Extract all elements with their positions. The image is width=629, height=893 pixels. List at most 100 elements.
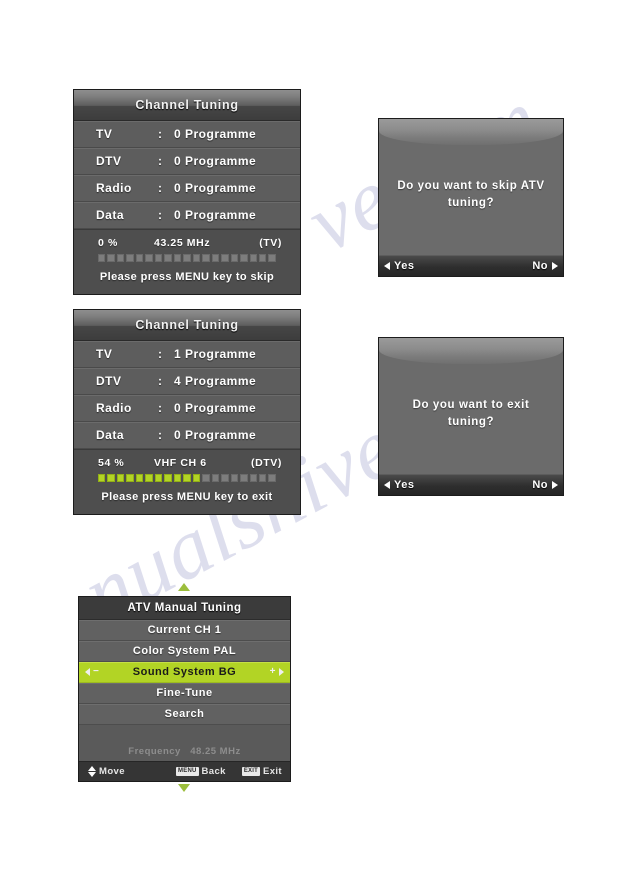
table-row: Data : 0 Programme: [74, 202, 300, 229]
progress-segment: [202, 474, 210, 482]
table-row: TV : 0 Programme: [74, 121, 300, 148]
row-value: 0 Programme: [174, 154, 257, 168]
dialog-body: Do you want to exit tuning?: [379, 364, 563, 464]
row-label: Data: [96, 428, 125, 442]
progress-segment: [145, 254, 153, 262]
row-value: 0 Programme: [174, 127, 257, 141]
row-colon: :: [158, 374, 163, 388]
progress-segment: [173, 474, 182, 482]
table-row: DTV : 4 Programme: [74, 368, 300, 395]
progress-segment: [145, 474, 153, 482]
menu-item-sound-system[interactable]: − Sound System BG +: [79, 662, 290, 683]
row-colon: :: [158, 401, 163, 415]
progress-segment: [126, 474, 134, 482]
table-row: DTV : 0 Programme: [74, 148, 300, 175]
tuning-band-text: 43.25 MHz: [154, 237, 211, 249]
row-label: DTV: [96, 154, 122, 168]
no-button[interactable]: No: [532, 260, 558, 272]
row-colon: :: [158, 127, 163, 141]
yes-button[interactable]: Yes: [384, 479, 414, 491]
dialog-gloss-highlight: [379, 338, 563, 364]
menu-item-color-system[interactable]: Color System PAL: [79, 641, 290, 662]
tuning-mode-text: (TV): [259, 237, 282, 249]
progress-segment: [116, 474, 125, 482]
row-colon: :: [158, 208, 163, 222]
tuning-status-line: 0 % 43.25 MHz (TV): [74, 237, 300, 249]
row-value: 0 Programme: [174, 208, 257, 222]
exit-key-icon: EXIT: [241, 767, 260, 776]
progress-segment: [183, 474, 191, 482]
row-label: Data: [96, 208, 125, 222]
arrow-right-icon: [279, 668, 284, 676]
row-colon: :: [158, 347, 163, 361]
panel-title: Channel Tuning: [74, 310, 300, 341]
no-button[interactable]: No: [532, 479, 558, 491]
exit-tuning-dialog: Do you want to exit tuning? Yes No: [378, 337, 564, 496]
back-hint[interactable]: MENU Back: [176, 766, 226, 777]
up-down-arrows-icon: [87, 766, 96, 777]
frequency-value: 48.25 MHz: [190, 746, 241, 757]
row-colon: :: [158, 181, 163, 195]
yes-label: Yes: [394, 479, 415, 491]
menu-item-fine-tune[interactable]: Fine-Tune: [79, 683, 290, 704]
increment-control[interactable]: +: [270, 662, 284, 682]
progress-segment: [249, 254, 257, 262]
progress-segment: [230, 474, 239, 482]
dialog-gloss-highlight: [379, 119, 563, 145]
progress-segment: [164, 474, 172, 482]
scroll-down-arrow-icon: [178, 784, 190, 792]
move-label: Move: [99, 766, 125, 777]
channel-tuning-start-panel: Channel Tuning TV : 0 Programme DTV : 0 …: [73, 89, 301, 295]
plus-icon: +: [269, 666, 276, 677]
no-label: No: [532, 260, 548, 272]
progress-segment: [211, 254, 220, 262]
decrement-control[interactable]: −: [85, 662, 99, 682]
tuning-status-line: 54 % VHF CH 6 (DTV): [74, 457, 300, 469]
progress-segment: [230, 254, 239, 262]
progress-segment: [135, 474, 144, 482]
menu-item-current-ch[interactable]: Current CH 1: [79, 620, 290, 641]
menu-item-search[interactable]: Search: [79, 704, 290, 725]
minus-icon: −: [93, 666, 100, 677]
progress-segment: [221, 254, 229, 262]
progress-segment: [258, 474, 267, 482]
dialog-message: Do you want to skip ATV tuning?: [397, 180, 545, 209]
panel-title: Channel Tuning: [74, 90, 300, 121]
yes-button[interactable]: Yes: [384, 260, 414, 272]
row-label: Radio: [96, 401, 132, 415]
no-label: No: [532, 479, 548, 491]
progress-segment: [173, 254, 182, 262]
progress-bar: [74, 469, 300, 486]
progress-segment: [98, 474, 106, 482]
row-value: 4 Programme: [174, 374, 257, 388]
arrow-left-icon: [384, 262, 390, 270]
channel-tuning-table: TV : 1 Programme DTV : 4 Programme Radio…: [74, 341, 300, 449]
frequency-label: Frequency: [128, 746, 181, 757]
row-colon: :: [158, 154, 163, 168]
channel-tuning-progress-panel: Channel Tuning TV : 1 Programme DTV : 4 …: [73, 309, 301, 515]
row-label: TV: [96, 127, 113, 141]
atv-manual-tuning-panel: ATV Manual Tuning Current CH 1 Color Sys…: [78, 596, 291, 782]
progress-segment: [240, 254, 248, 262]
arrow-left-icon: [85, 668, 90, 676]
dialog-message: Do you want to exit tuning?: [412, 399, 530, 428]
progress-percent-text: 0 %: [98, 237, 118, 249]
menu-item-label: Color System PAL: [132, 645, 237, 657]
row-label: TV: [96, 347, 113, 361]
row-colon: :: [158, 428, 163, 442]
arrow-right-icon: [552, 481, 558, 489]
exit-hint[interactable]: EXIT Exit: [241, 766, 282, 777]
table-row: Data : 0 Programme: [74, 422, 300, 449]
progress-segment: [192, 254, 201, 262]
tuning-status-block: 54 % VHF CH 6 (DTV) Please press MENU ke…: [74, 449, 300, 514]
progress-segment: [202, 254, 210, 262]
table-row: Radio : 0 Programme: [74, 175, 300, 202]
dialog-body: Do you want to skip ATV tuning?: [379, 145, 563, 245]
tuning-mode-text: (DTV): [251, 457, 282, 469]
menu-item-label: Fine-Tune: [156, 687, 213, 699]
menu-item-label: Sound System BG: [132, 666, 237, 678]
menu-item-label: Current CH 1: [147, 624, 222, 636]
panel-title: ATV Manual Tuning: [79, 597, 290, 620]
progress-segment: [116, 254, 125, 262]
skip-atv-dialog: Do you want to skip ATV tuning? Yes No: [378, 118, 564, 277]
